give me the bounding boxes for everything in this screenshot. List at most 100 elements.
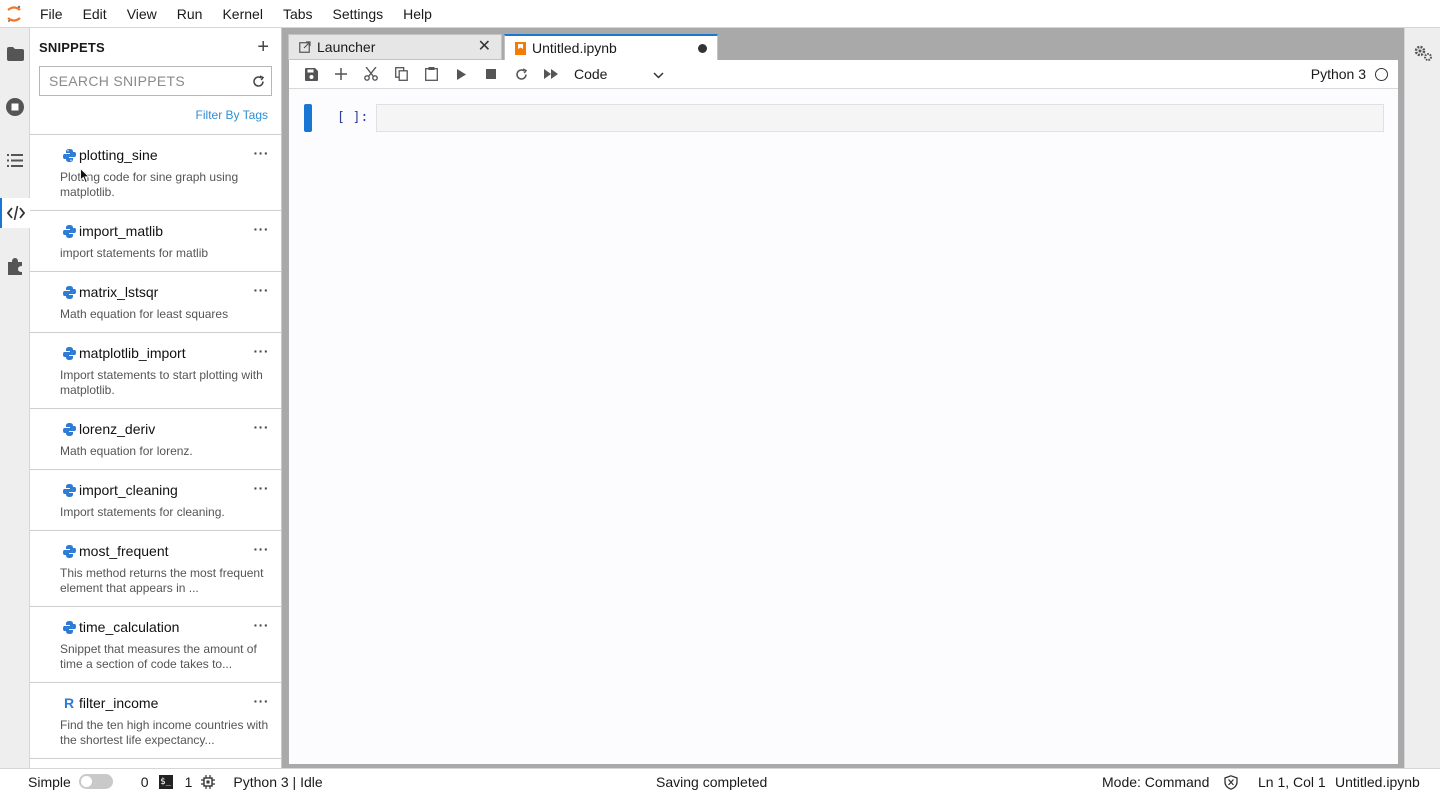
notebook-icon: [515, 41, 526, 55]
more-options-icon[interactable]: ···: [254, 282, 270, 298]
more-options-icon[interactable]: ···: [254, 541, 270, 557]
snippet-search-input[interactable]: [49, 73, 239, 89]
plus-icon[interactable]: +: [257, 37, 269, 57]
more-options-icon[interactable]: ···: [254, 221, 270, 237]
more-options-icon[interactable]: ···: [254, 693, 270, 709]
menu-settings[interactable]: Settings: [323, 0, 394, 28]
restart-icon[interactable]: [506, 62, 536, 86]
table-of-contents-icon[interactable]: [0, 145, 30, 175]
python-icon: [62, 544, 76, 558]
menu-run[interactable]: Run: [167, 0, 213, 28]
property-inspector-gear-icon[interactable]: [1413, 44, 1433, 67]
run-icon[interactable]: [446, 62, 476, 86]
snippet-item[interactable]: most_frequent ··· This method returns th…: [30, 531, 281, 607]
kernel-name: Python 3: [1310, 66, 1366, 82]
running-icon[interactable]: [0, 92, 30, 122]
mode-indicator[interactable]: Mode: Command: [1102, 774, 1209, 790]
snippet-name: plotting_sine: [79, 147, 158, 163]
cut-icon[interactable]: [356, 62, 386, 86]
folder-icon[interactable]: [0, 39, 30, 69]
mouse-cursor-icon: [80, 168, 90, 184]
more-options-icon[interactable]: ···: [254, 617, 270, 633]
python-icon: [62, 483, 76, 497]
snippet-search-box: [39, 66, 272, 96]
snippet-description: Plotting code for sine graph using matpl…: [60, 170, 239, 199]
cell-prompt: [ ]:: [337, 110, 369, 125]
snippet-name: lorenz_deriv: [79, 421, 156, 437]
save-icon[interactable]: [296, 62, 326, 86]
paste-icon[interactable]: [416, 62, 446, 86]
menu-tabs[interactable]: Tabs: [273, 0, 323, 28]
tab-launcher[interactable]: Launcher ✕: [288, 34, 502, 60]
snippets-header: SNIPPETS +: [30, 28, 281, 66]
cell-type-select[interactable]: Code: [574, 66, 664, 82]
cell-type-label: Code: [574, 66, 608, 82]
cursor-position[interactable]: Ln 1, Col 1: [1258, 774, 1326, 790]
snippet-item[interactable]: plotting_sine ··· Plotting code for sine…: [30, 135, 281, 211]
tab-untitled-notebook[interactable]: Untitled.ipynb: [504, 34, 718, 60]
snippet-description: Math equation for lorenz.: [60, 444, 193, 458]
snippet-description: Math equation for least squares: [60, 307, 229, 321]
more-options-icon[interactable]: ···: [254, 343, 270, 359]
tab-label: Launcher: [317, 39, 376, 55]
kernel-count[interactable]: 1: [185, 774, 216, 790]
snippet-name: import_cleaning: [79, 482, 178, 498]
snippet-name: matrix_lstsqr: [79, 284, 159, 300]
copy-icon[interactable]: [386, 62, 416, 86]
snippet-item[interactable]: lorenz_deriv ··· Math equation for loren…: [30, 409, 281, 470]
kernel-indicator[interactable]: Python 3: [1311, 66, 1388, 82]
simple-mode-label: Simple: [28, 773, 71, 790]
refresh-icon[interactable]: [252, 74, 265, 88]
snippet-item[interactable]: import_cleaning ··· Import statements fo…: [30, 470, 281, 531]
fast-forward-icon[interactable]: [536, 62, 566, 86]
menu-file[interactable]: File: [28, 0, 73, 28]
menu-view[interactable]: View: [117, 0, 167, 28]
code-cell[interactable]: [ ]:: [304, 104, 1384, 132]
r-language-icon: R: [63, 695, 75, 711]
code-snippets-icon[interactable]: [0, 198, 30, 228]
jupyterlab-window: File Edit View Run Kernel Tabs Settings …: [0, 0, 1440, 794]
launcher-icon: [299, 41, 311, 53]
python-icon: [62, 224, 76, 238]
snippet-item[interactable]: matrix_lstsqr ··· Math equation for leas…: [30, 272, 281, 333]
status-message: Saving completed: [656, 773, 768, 790]
more-options-icon[interactable]: ···: [254, 480, 270, 496]
cell-collapser[interactable]: [304, 104, 312, 132]
simple-mode-switch[interactable]: Simple: [28, 774, 113, 790]
snippet-item[interactable]: matplotlib_import ··· Import statements …: [30, 333, 281, 409]
kernel-status-text[interactable]: Python 3 | Idle: [233, 774, 322, 790]
menu-edit[interactable]: Edit: [73, 0, 117, 28]
python-icon: [62, 620, 76, 634]
menu-kernel[interactable]: Kernel: [212, 0, 272, 28]
snippet-description: Import statements to start plotting with…: [60, 368, 263, 397]
menu-help[interactable]: Help: [393, 0, 442, 28]
extensions-icon[interactable]: [0, 251, 30, 281]
more-options-icon[interactable]: ···: [254, 419, 270, 435]
snippet-description: import statements for matlib: [60, 246, 209, 260]
snippet-item[interactable]: time_calculation ··· Snippet that measur…: [30, 607, 281, 683]
snippet-description: This method returns the most frequent el…: [60, 566, 264, 595]
simple-mode-toggle[interactable]: [78, 774, 113, 789]
current-file-name: Untitled.ipynb: [1335, 773, 1420, 790]
notebook-toolbar: Code Python 3: [289, 60, 1398, 89]
add-cell-icon[interactable]: [326, 62, 356, 86]
snippet-item[interactable]: import_matlib ··· import statements for …: [30, 211, 281, 272]
terminal-icon: $_: [158, 774, 173, 789]
trust-shield-icon[interactable]: [1224, 775, 1238, 790]
unsaved-indicator-icon[interactable]: [698, 44, 707, 53]
terminal-count[interactable]: 0 $_: [141, 774, 173, 790]
snippet-name: import_matlib: [79, 223, 164, 239]
python-icon: [62, 422, 76, 436]
snippet-name: most_frequent: [79, 543, 169, 559]
snippet-item[interactable]: R filter_income ··· Find the ten high in…: [30, 683, 281, 759]
cpu-chip-icon: [201, 774, 216, 789]
snippet-description: Find the ten high income countries with …: [60, 718, 269, 747]
more-options-icon[interactable]: ···: [254, 145, 270, 161]
snippets-panel: SNIPPETS + Filter By Tags plotting_sine …: [30, 28, 282, 768]
snippet-name: filter_income: [79, 695, 159, 711]
snippet-name: matplotlib_import: [79, 345, 186, 361]
cell-editor[interactable]: [376, 104, 1384, 132]
close-icon[interactable]: ✕: [478, 39, 491, 55]
filter-by-tags-link[interactable]: Filter By Tags: [30, 96, 281, 134]
stop-icon[interactable]: [476, 62, 506, 86]
